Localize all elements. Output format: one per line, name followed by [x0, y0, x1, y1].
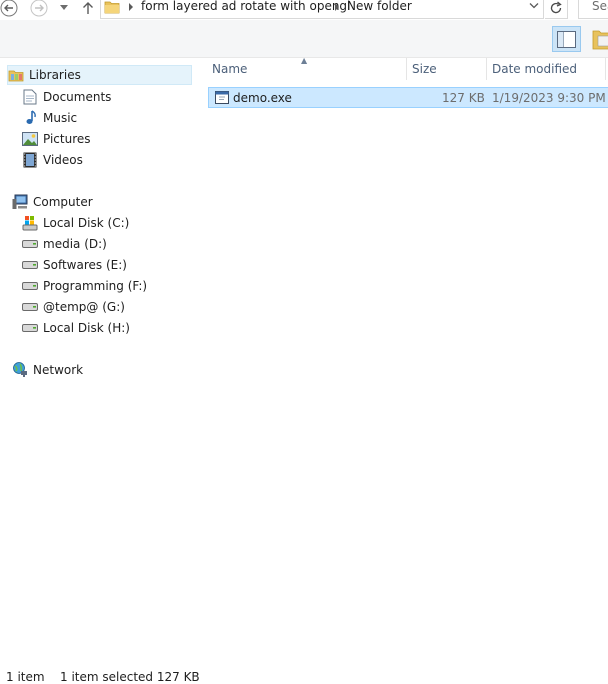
nav-label: Network — [33, 363, 84, 377]
back-button[interactable] — [0, 0, 19, 18]
breadcrumb-chevron-icon — [129, 3, 133, 11]
refresh-icon — [550, 1, 562, 14]
status-item-count: 1 item — [6, 670, 45, 684]
nav-drive-f[interactable]: Programming (F:) — [22, 276, 147, 296]
back-arrow-icon — [0, 0, 18, 17]
chevron-down-icon — [60, 5, 68, 10]
refresh-button[interactable] — [545, 0, 568, 19]
address-bar[interactable]: form layered ad rotate with opengl New f… — [100, 0, 544, 19]
drive-icon — [22, 320, 38, 336]
nav-label: Local Disk (H:) — [43, 321, 130, 335]
drive-icon — [22, 299, 38, 315]
nav-label: Local Disk (C:) — [43, 216, 130, 230]
nav-drive-h[interactable]: Local Disk (H:) — [22, 318, 130, 338]
column-header-name[interactable]: Name — [212, 58, 247, 80]
search-placeholder: Sea — [592, 0, 608, 13]
file-row[interactable]: demo.exe 127 KB 1/19/2023 9:30 PM — [208, 87, 608, 108]
nav-network[interactable]: Network — [12, 360, 83, 380]
recent-locations-button[interactable] — [56, 0, 72, 18]
status-selection: 1 item selected 127 KB — [60, 670, 200, 684]
navigation-pane: Libraries Documents Music Pictures Video… — [0, 58, 194, 678]
forward-button[interactable] — [29, 0, 49, 18]
nav-libraries[interactable]: Libraries — [7, 65, 192, 85]
nav-label: Pictures — [43, 132, 91, 146]
drive-icon — [22, 257, 38, 273]
nav-label: Programming (F:) — [43, 279, 148, 293]
file-name: demo.exe — [233, 91, 292, 105]
column-header-size[interactable]: Size — [412, 58, 437, 80]
column-divider[interactable] — [406, 58, 407, 80]
executable-icon — [215, 91, 229, 104]
videos-icon — [22, 152, 38, 168]
navigation-bar: form layered ad rotate with opengl New f… — [0, 0, 608, 19]
nav-documents[interactable]: Documents — [22, 87, 111, 107]
nav-label: Softwares (E:) — [43, 258, 127, 272]
nav-pictures[interactable]: Pictures — [22, 129, 91, 149]
nav-label: Music — [43, 111, 78, 125]
nav-drive-d[interactable]: media (D:) — [22, 234, 107, 254]
nav-drive-g[interactable]: @temp@ (G:) — [22, 297, 125, 317]
network-icon — [12, 362, 28, 378]
breadcrumb-item[interactable]: New folder — [347, 0, 412, 13]
folder-icon — [592, 30, 608, 50]
nav-label: Documents — [43, 90, 112, 104]
file-date-modified: 1/19/2023 9:30 PM — [492, 91, 606, 105]
libraries-icon — [8, 67, 24, 83]
nav-label: media (D:) — [43, 237, 107, 251]
computer-icon — [12, 194, 28, 210]
nav-label: Videos — [43, 153, 83, 167]
sort-ascending-icon: ▲ — [301, 56, 308, 65]
nav-label: Libraries — [29, 68, 81, 82]
preview-pane-button[interactable] — [552, 26, 581, 52]
nav-computer[interactable]: Computer — [12, 192, 93, 212]
nav-drive-e[interactable]: Softwares (E:) — [22, 255, 127, 275]
preview-pane-icon — [557, 30, 576, 48]
nav-videos[interactable]: Videos — [22, 150, 83, 170]
breadcrumb-chevron-icon — [335, 3, 339, 11]
column-divider[interactable] — [605, 58, 606, 80]
toolbar — [0, 20, 608, 58]
forward-arrow-icon — [30, 0, 48, 17]
up-button[interactable] — [78, 0, 98, 18]
search-box[interactable]: Sea — [578, 0, 608, 19]
column-header-date-modified[interactable]: Date modified — [492, 58, 577, 80]
up-arrow-icon — [83, 2, 93, 14]
music-icon — [22, 110, 38, 126]
pictures-icon — [22, 131, 38, 147]
nav-label: @temp@ (G:) — [43, 300, 125, 314]
system-drive-icon — [22, 215, 38, 231]
nav-music[interactable]: Music — [22, 108, 77, 128]
drive-icon — [22, 236, 38, 252]
nav-label: Computer — [33, 195, 93, 209]
breadcrumb-item[interactable]: form layered ad rotate with opengl — [141, 0, 350, 13]
file-size: 127 KB — [442, 91, 485, 105]
nav-drive-c[interactable]: Local Disk (C:) — [22, 213, 129, 233]
file-list: ▲ Name Size Date modified demo.exe 127 K… — [193, 56, 608, 678]
folder-icon — [104, 1, 120, 14]
status-bar: 1 item 1 item selected 127 KB — [0, 668, 608, 684]
chevron-down-icon[interactable] — [529, 2, 539, 10]
column-divider[interactable] — [486, 58, 487, 80]
drive-icon — [22, 278, 38, 294]
documents-icon — [22, 89, 38, 105]
